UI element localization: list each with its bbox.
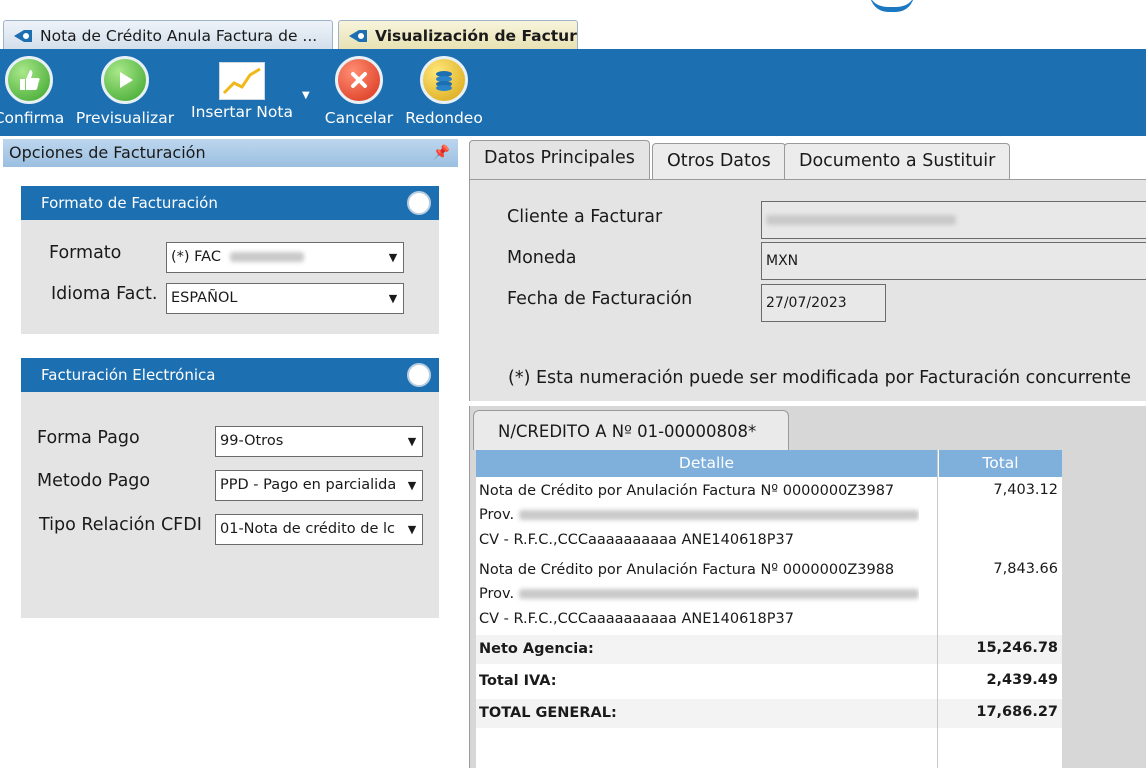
insert-note-label: Insertar Nota <box>191 103 293 121</box>
form-icon <box>14 29 32 42</box>
chevron-down-icon: ▼ <box>402 427 422 456</box>
round-button[interactable]: Redondeo <box>404 56 484 132</box>
preview-label: Previsualizar <box>75 109 175 127</box>
redacted-text <box>766 215 956 225</box>
client-field[interactable] <box>761 201 1146 239</box>
row-provider-line: Prov. <box>479 503 919 528</box>
form-icon <box>349 29 367 42</box>
currency-value: MXN <box>766 253 799 269</box>
redacted-text <box>229 252 304 262</box>
row-rfc-line: CV - R.F.C.,CCCaaaaaaaaaa ANE140618P37 <box>479 532 794 548</box>
billing-options-panel: Opciones de Facturación 📌 Formato de Fac… <box>0 136 459 768</box>
total-iva-label: Total IVA: <box>479 673 557 689</box>
column-divider <box>937 450 938 768</box>
date-field[interactable]: 27/07/2023 <box>761 284 886 322</box>
format-group-title: Formato de Facturación <box>41 194 218 212</box>
pin-icon[interactable]: 📌 <box>433 139 450 167</box>
tab-label: Documento a Sustituir <box>799 151 996 171</box>
insert-dropdown-arrow-icon[interactable]: ▼ <box>302 90 310 101</box>
redacted-text <box>518 510 919 520</box>
payment-method-value: PPD - Pago en parcialida <box>220 477 397 493</box>
confirm-label: Confirma <box>0 109 65 127</box>
electronic-group-header: Facturación Electrónica <box>21 358 439 392</box>
tab-label: N/CREDITO A Nº 01-00000808* <box>498 422 757 441</box>
total-iva-value: 2,439.49 <box>986 672 1058 688</box>
electronic-group-title: Facturación Electrónica <box>41 366 216 384</box>
cancel-button[interactable]: Cancelar <box>322 56 396 132</box>
row-rfc-line: CV - R.F.C.,CCCaaaaaaaaaa ANE140618P37 <box>479 611 794 627</box>
column-header-detail[interactable]: Detalle <box>476 450 937 477</box>
tab-otros-datos[interactable]: Otros Datos <box>652 143 786 180</box>
grand-total-label: TOTAL GENERAL: <box>479 705 617 721</box>
main-tab-bar: Datos Principales Otros Datos Documento … <box>467 140 1146 181</box>
row-total: 7,843.66 <box>993 561 1058 577</box>
row-total: 7,403.12 <box>993 482 1058 498</box>
detail-grid: Detalle Total Nota de Crédito por Anulac… <box>476 450 1062 768</box>
payment-method-select[interactable]: PPD - Pago en parcialida ▼ <box>215 470 423 501</box>
column-header-total[interactable]: Total <box>939 450 1062 477</box>
tab-label: Nota de Crédito Anula Factura de ... <box>40 26 318 45</box>
relation-type-label: Tipo Relación CFDI <box>39 515 202 535</box>
concurrency-note: (*) Esta numeración puede ser modificada… <box>508 368 1131 388</box>
tab-visualizacion-factura[interactable]: Visualización de Factura <box>338 20 578 50</box>
grand-total-value: 17,686.27 <box>976 704 1058 720</box>
format-group: Formato de Facturación Formato (*) FAC ▼… <box>21 186 439 334</box>
language-value: ESPAÑOL <box>171 290 238 306</box>
date-value: 27/07/2023 <box>766 295 847 311</box>
thumbs-up-icon <box>5 56 53 104</box>
row-provider-line: Prov. <box>479 582 919 607</box>
client-label: Cliente a Facturar <box>507 207 663 227</box>
insert-note-button[interactable]: Insertar Nota <box>186 56 298 132</box>
payment-method-label: Metodo Pago <box>37 471 151 491</box>
tab-credit-note[interactable]: N/CREDITO A Nº 01-00000808* <box>473 410 789 450</box>
chevron-down-icon: ▼ <box>402 515 422 544</box>
tab-nota-credito[interactable]: Nota de Crédito Anula Factura de ... <box>3 20 333 50</box>
cancel-label: Cancelar <box>324 109 394 127</box>
payment-form-select[interactable]: 99-Otros ▼ <box>215 426 423 457</box>
language-select[interactable]: ESPAÑOL ▼ <box>166 283 404 314</box>
collapse-toggle[interactable] <box>407 363 431 387</box>
preview-button[interactable]: Previsualizar <box>74 56 176 132</box>
chevron-down-icon: ▼ <box>383 284 403 313</box>
currency-label: Moneda <box>507 248 577 268</box>
tab-datos-principales[interactable]: Datos Principales <box>469 140 650 181</box>
format-select[interactable]: (*) FAC ▼ <box>166 242 404 273</box>
net-agency-value: 15,246.78 <box>976 640 1058 656</box>
document-tab-strip: Nota de Crédito Anula Factura de ... Vis… <box>0 0 1146 52</box>
payment-form-value: 99-Otros <box>220 433 284 449</box>
main-data-form: Cliente a Facturar Moneda MXN Fecha de F… <box>469 179 1146 401</box>
currency-field[interactable]: MXN <box>761 242 1146 280</box>
credit-note-detail-area: N/CREDITO A Nº 01-00000808* Detalle Tota… <box>469 406 1146 768</box>
electronic-billing-group: Facturación Electrónica Forma Pago 99-Ot… <box>21 358 439 618</box>
format-group-header: Formato de Facturación <box>21 186 439 220</box>
payment-form-label: Forma Pago <box>37 428 140 448</box>
tab-label: Visualización de Factura <box>375 26 578 45</box>
brand-swoosh-graphic <box>870 0 914 12</box>
row-description-line: Nota de Crédito por Anulación Factura Nº… <box>479 483 895 499</box>
redacted-text <box>518 589 919 599</box>
chevron-down-icon: ▼ <box>383 243 403 272</box>
play-icon <box>101 56 149 104</box>
line-chart-icon <box>219 62 265 100</box>
tab-documento-sustituir[interactable]: Documento a Sustituir <box>784 143 1011 180</box>
date-label: Fecha de Facturación <box>507 289 693 309</box>
confirm-button[interactable]: Confirma <box>0 56 68 132</box>
relation-type-value: 01-Nota de crédito de lc <box>220 521 395 537</box>
format-value: (*) FAC <box>171 249 221 265</box>
row-description-line: Nota de Crédito por Anulación Factura Nº… <box>479 562 895 578</box>
toolbar: Confirma Previsualizar Insertar Nota ▼ C… <box>0 52 1146 136</box>
tab-label: Otros Datos <box>667 151 771 171</box>
coins-icon <box>420 56 468 104</box>
language-label: Idioma Fact. <box>51 284 158 304</box>
chevron-down-icon: ▼ <box>402 471 422 500</box>
panel-title: Opciones de Facturación <box>9 143 206 162</box>
tab-label: Datos Principales <box>484 148 635 168</box>
net-agency-label: Neto Agencia: <box>479 641 594 657</box>
round-label: Redondeo <box>405 109 483 127</box>
relation-type-select[interactable]: 01-Nota de crédito de lc ▼ <box>215 514 423 545</box>
collapse-toggle[interactable] <box>407 191 431 215</box>
close-icon <box>335 56 383 104</box>
format-label: Formato <box>49 243 122 263</box>
panel-header: Opciones de Facturación 📌 <box>3 139 458 167</box>
